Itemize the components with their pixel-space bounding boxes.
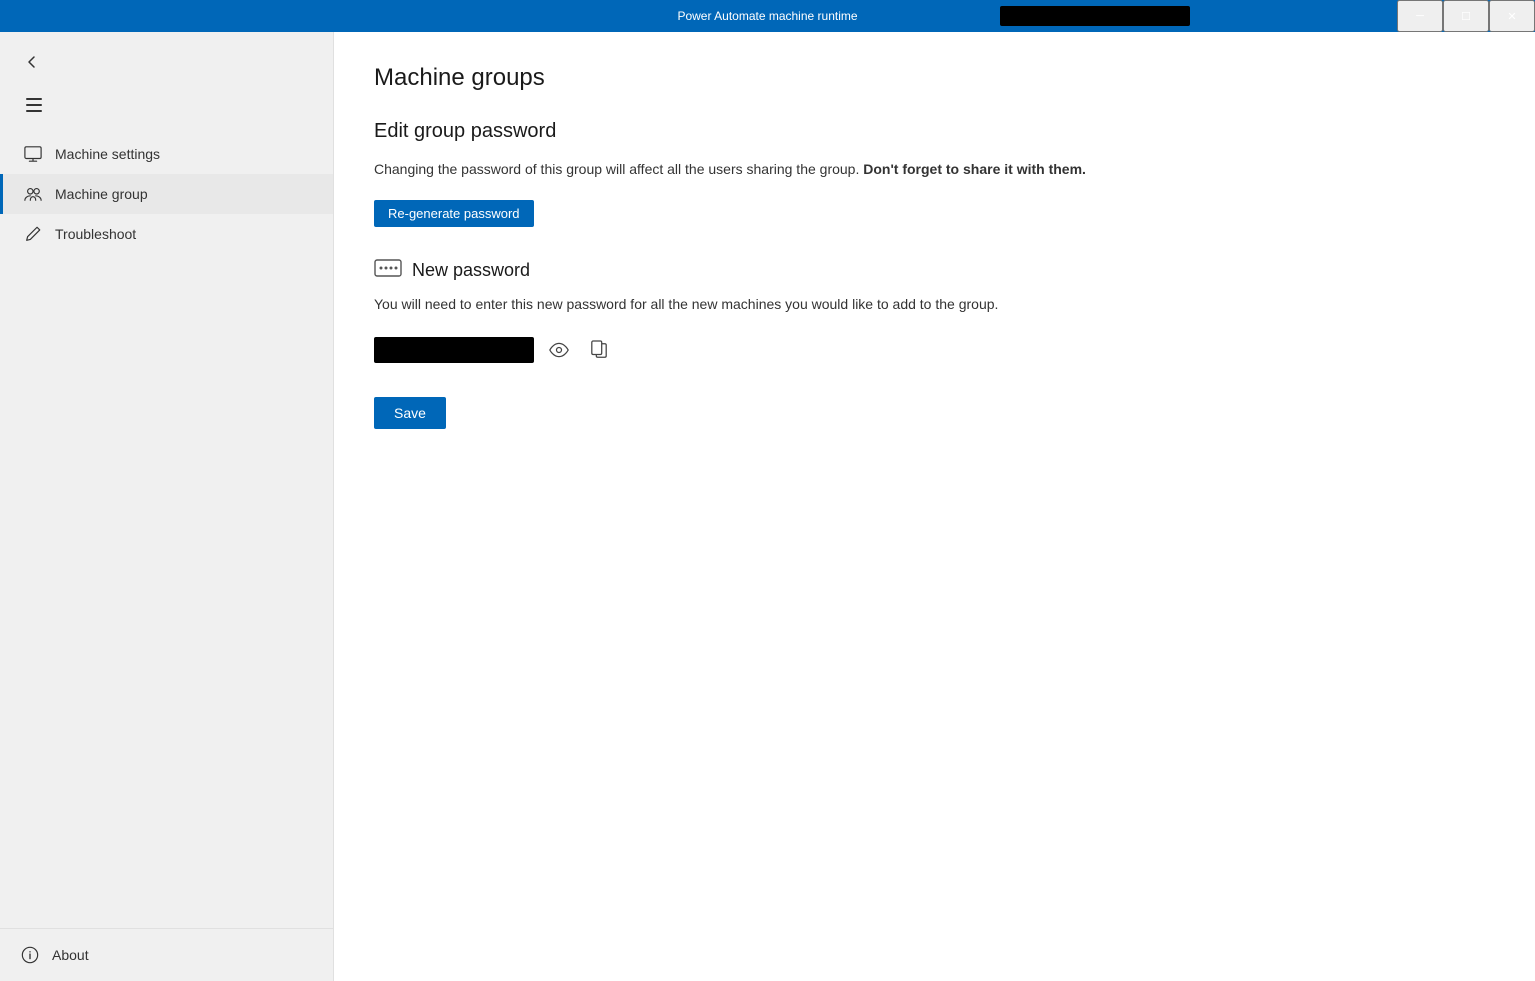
new-password-title: New password [412, 260, 530, 281]
sidebar-item-machine-group[interactable]: Machine group [0, 174, 333, 214]
titlebar: Power Automate machine runtime ─ ☐ ✕ [0, 0, 1535, 32]
description-text: Changing the password of this group will… [374, 159, 1495, 180]
page-title: Machine groups [374, 64, 1495, 92]
password-field-row [374, 335, 1495, 365]
maximize-button[interactable]: ☐ [1443, 0, 1489, 32]
regen-password-button[interactable]: Re-generate password [374, 200, 534, 227]
sidebar-item-about[interactable]: About [0, 928, 333, 981]
minimize-button[interactable]: ─ [1397, 0, 1443, 32]
sidebar-nav: Machine settings Machine group [0, 126, 333, 928]
troubleshoot-icon [23, 224, 43, 244]
password-masked-value [374, 337, 534, 363]
sidebar-item-troubleshoot-label: Troubleshoot [55, 226, 136, 242]
sidebar-top [0, 32, 333, 92]
sidebar-item-machine-group-label: Machine group [55, 186, 148, 202]
titlebar-controls: ─ ☐ ✕ [1397, 0, 1535, 32]
sidebar: Machine settings Machine group [0, 32, 334, 981]
save-button[interactable]: Save [374, 397, 446, 429]
menu-button[interactable] [20, 92, 333, 118]
app-container: Machine settings Machine group [0, 32, 1535, 981]
about-icon [20, 945, 40, 965]
back-button[interactable] [16, 46, 48, 78]
sidebar-item-machine-settings[interactable]: Machine settings [0, 134, 333, 174]
new-password-section: New password [374, 259, 1495, 282]
new-password-description: You will need to enter this new password… [374, 294, 1495, 315]
section-title: Edit group password [374, 120, 1495, 143]
titlebar-title: Power Automate machine runtime [677, 9, 857, 23]
about-label: About [52, 947, 89, 963]
machine-settings-icon [23, 144, 43, 164]
sidebar-item-machine-settings-label: Machine settings [55, 146, 160, 162]
machine-group-icon [23, 184, 43, 204]
main-content: Machine groups Edit group password Chang… [334, 32, 1535, 981]
show-password-button[interactable] [544, 335, 574, 365]
copy-password-button[interactable] [584, 335, 614, 365]
password-dots-icon [374, 259, 402, 282]
description-normal: Changing the password of this group will… [374, 161, 859, 177]
description-bold: Don't forget to share it with them. [863, 161, 1086, 177]
sidebar-item-troubleshoot[interactable]: Troubleshoot [0, 214, 333, 254]
close-button[interactable]: ✕ [1489, 0, 1535, 32]
titlebar-redacted [1000, 6, 1190, 26]
